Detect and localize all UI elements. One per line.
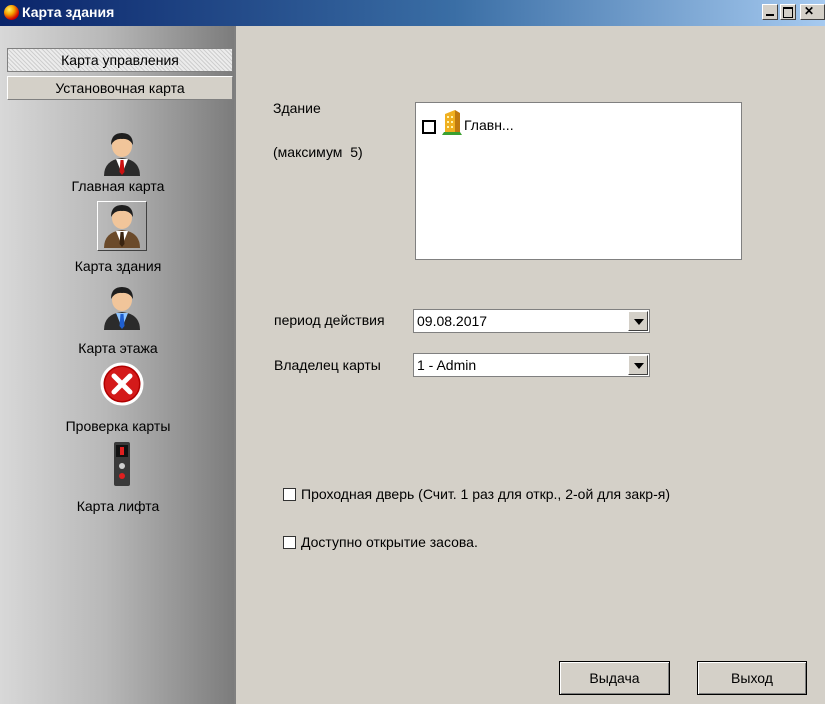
exit-button[interactable]: Выход [697, 661, 807, 695]
building-max-hint: (максимум 5) [273, 144, 363, 160]
sidebar: Карта управления Установочная карта Глав… [0, 26, 236, 704]
tab-control-card[interactable]: Карта управления [7, 48, 233, 72]
sidebar-item-label: Карта этажа [78, 340, 158, 356]
building-icon [442, 108, 462, 139]
owner-dropdown[interactable]: 1 - Admin [413, 353, 650, 377]
sidebar-item-label: Карта лифта [76, 498, 160, 514]
red-x-icon [98, 360, 146, 408]
building-checkbox[interactable] [422, 120, 436, 134]
building-list[interactable]: Главн... [415, 102, 742, 260]
owner-value: 1 - Admin [417, 357, 477, 373]
building-label: Здание [273, 100, 321, 116]
user-blue-shirt-icon [98, 284, 146, 332]
sidebar-item-label: Карта здания [74, 258, 162, 274]
deadbolt-label: Доступно открытие засова. [301, 534, 478, 550]
user-red-tie-icon [98, 130, 146, 178]
period-label: период действия [274, 312, 385, 328]
issue-button[interactable]: Выдача [559, 661, 670, 695]
tree-item-label: Главн... [464, 117, 514, 133]
sidebar-item-label: Проверка карты [65, 418, 171, 434]
passage-door-label: Проходная дверь (Счит. 1 раз для откр., … [301, 486, 670, 502]
close-button[interactable] [800, 4, 825, 20]
owner-label: Владелец карты [274, 357, 381, 373]
sidebar-item-label: Главная карта [71, 178, 165, 194]
chevron-down-icon[interactable] [628, 311, 648, 331]
tab-setup-card[interactable]: Установочная карта [7, 76, 233, 100]
elevator-panel-icon [98, 440, 146, 488]
maximize-button[interactable] [780, 4, 796, 20]
period-dropdown[interactable]: 09.08.2017 [413, 309, 650, 333]
app-icon [4, 5, 19, 20]
minimize-button[interactable] [762, 4, 778, 20]
deadbolt-checkbox[interactable] [283, 536, 296, 549]
passage-door-checkbox[interactable] [283, 488, 296, 501]
user-brown-suit-icon [98, 202, 146, 250]
window-title: Карта здания [22, 4, 115, 20]
chevron-down-icon[interactable] [628, 355, 648, 375]
title-bar: Карта здания [0, 0, 825, 26]
period-value: 09.08.2017 [417, 313, 488, 329]
